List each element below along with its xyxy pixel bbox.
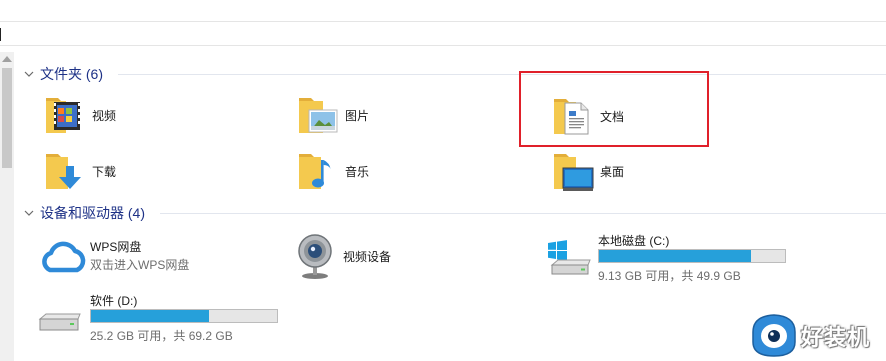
drive-usage-bar bbox=[598, 249, 786, 263]
music-folder-icon bbox=[299, 154, 331, 189]
folder-label: 视频 bbox=[92, 109, 117, 123]
folder-tile-downloads[interactable]: 下载 bbox=[44, 148, 194, 194]
device-tile-wps[interactable]: WPS网盘 双击进入WPS网盘 bbox=[38, 234, 238, 284]
drive-space-info: 9.13 GB 可用，共 49.9 GB bbox=[598, 269, 741, 283]
chevron-down-icon bbox=[24, 210, 34, 216]
scroll-thumb[interactable] bbox=[2, 68, 12, 168]
drive-space-info: 25.2 GB 可用，共 69.2 GB bbox=[90, 329, 233, 343]
text-caret bbox=[0, 28, 1, 41]
device-name: WPS网盘 bbox=[90, 240, 142, 254]
device-name: 视频设备 bbox=[343, 250, 392, 264]
toolbar-strip bbox=[0, 0, 886, 22]
video-folder-icon bbox=[46, 98, 80, 133]
group-title: 设备和驱动器 (4) bbox=[40, 205, 145, 221]
watermark-logo-icon bbox=[752, 314, 796, 357]
folder-tile-music[interactable]: 音乐 bbox=[297, 148, 447, 194]
drive-name: 软件 (D:) bbox=[90, 294, 138, 308]
pictures-folder-icon bbox=[299, 98, 338, 133]
chevron-down-icon bbox=[24, 71, 34, 77]
drive-tile-c[interactable]: 本地磁盘 (C:) 9.13 GB 可用，共 49.9 GB bbox=[546, 232, 790, 283]
highlight-box bbox=[519, 71, 709, 147]
watermark-text: 好装机 bbox=[801, 325, 871, 350]
vertical-scrollbar[interactable] bbox=[0, 52, 14, 361]
group-header-folders[interactable]: 文件夹 (6) bbox=[24, 64, 103, 84]
drive-tile-d[interactable]: 软件 (D:) 25.2 GB 可用，共 69.2 GB bbox=[38, 292, 282, 343]
folder-label: 图片 bbox=[345, 109, 370, 123]
group-header-devices[interactable]: 设备和驱动器 (4) bbox=[24, 203, 145, 223]
desktop-folder-icon bbox=[554, 154, 594, 191]
address-bar[interactable] bbox=[0, 24, 886, 46]
drive-usage-fill bbox=[91, 310, 209, 322]
folder-label: 音乐 bbox=[345, 165, 370, 179]
folder-tile-pictures[interactable]: 图片 bbox=[297, 92, 447, 138]
folder-label: 下载 bbox=[92, 165, 117, 179]
hard-drive-icon bbox=[38, 313, 81, 331]
group-divider bbox=[160, 213, 886, 214]
folder-tile-videos[interactable]: 视频 bbox=[44, 92, 194, 138]
device-tile-webcam[interactable]: 视频设备 bbox=[295, 230, 455, 280]
windows-drive-icon bbox=[548, 240, 591, 275]
watermark: 好装机 bbox=[749, 308, 886, 361]
scroll-up-arrow-icon[interactable] bbox=[2, 56, 12, 62]
folder-tile-desktop[interactable]: 桌面 bbox=[552, 148, 702, 194]
group-divider bbox=[118, 74, 886, 75]
folder-label: 桌面 bbox=[600, 165, 625, 179]
webcam-icon bbox=[298, 234, 332, 279]
drive-name: 本地磁盘 (C:) bbox=[598, 234, 670, 248]
group-title: 文件夹 (6) bbox=[40, 66, 103, 82]
drive-usage-bar bbox=[90, 309, 278, 323]
device-subtitle: 双击进入WPS网盘 bbox=[90, 258, 190, 272]
downloads-folder-icon bbox=[46, 154, 81, 189]
drive-usage-fill bbox=[599, 250, 751, 262]
cloud-icon bbox=[42, 241, 86, 273]
